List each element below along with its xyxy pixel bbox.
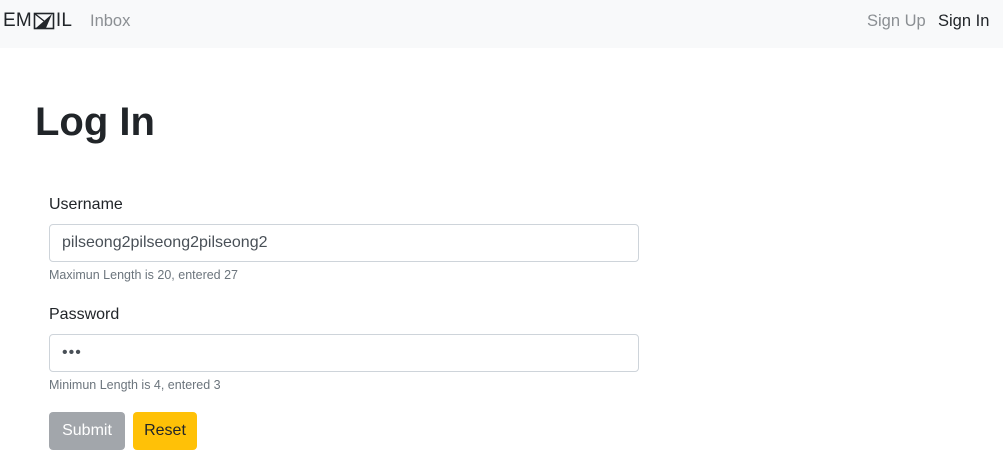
username-input[interactable]	[49, 224, 639, 262]
nav-signup-link[interactable]: Sign Up	[867, 11, 926, 31]
submit-button[interactable]: Submit	[49, 412, 125, 450]
username-label: Username	[49, 196, 123, 213]
password-input[interactable]	[49, 334, 639, 372]
nav-signin-link[interactable]: Sign In	[938, 11, 989, 31]
envelope-paper-plane-icon	[33, 10, 55, 32]
password-label: Password	[49, 306, 120, 323]
navbar: EM IL Inbox Sign Up Sign In	[0, 0, 1003, 48]
brand-text-left: EM	[3, 10, 32, 31]
password-help-text: Minimun Length is 4, entered 3	[49, 378, 221, 392]
reset-button[interactable]: Reset	[133, 412, 197, 450]
brand-text-right: IL	[55, 10, 73, 31]
brand-logo-link[interactable]: EM IL	[3, 9, 72, 33]
page-title: Log In	[35, 100, 155, 144]
username-help-text: Maximun Length is 20, entered 27	[49, 268, 239, 282]
nav-inbox-link[interactable]: Inbox	[90, 11, 130, 31]
